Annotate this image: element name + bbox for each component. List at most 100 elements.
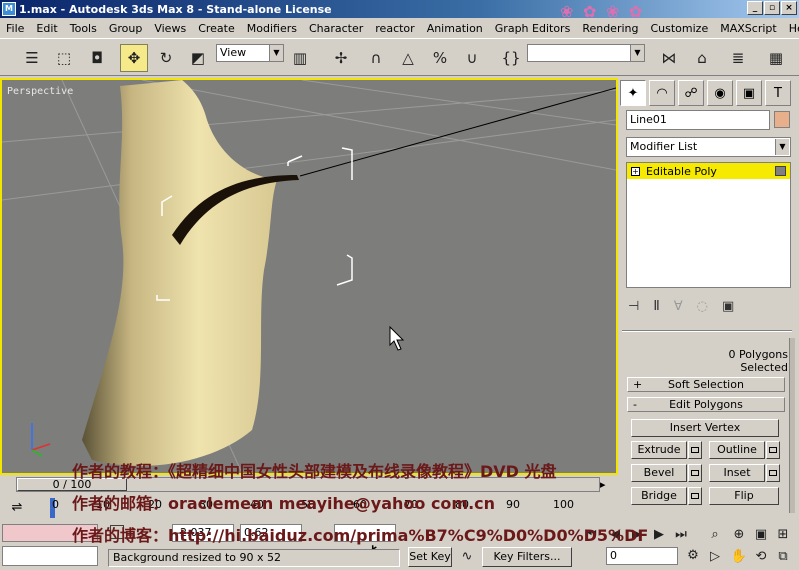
curve-editor-icon[interactable]: ▦ — [762, 44, 790, 72]
mouse-cursor-icon — [389, 325, 405, 351]
overlay-text-tutorial: 作者的教程：《超精细中国女性头部建模及布线录像教程》DVD 光盘 — [72, 462, 557, 481]
time-config-icon[interactable]: ⚙ — [684, 547, 702, 565]
outline-settings-icon[interactable] — [766, 441, 780, 459]
menu-rendering[interactable]: Rendering — [576, 22, 644, 35]
menu-tools[interactable]: Tools — [64, 22, 103, 35]
chevron-down-icon: ▼ — [269, 45, 283, 61]
expand-icon[interactable]: + — [631, 166, 640, 176]
arc-rotate-icon[interactable]: ⟲ — [752, 548, 770, 566]
angle-snap-icon[interactable]: △ — [394, 44, 422, 72]
insert-vertex-button[interactable]: Insert Vertex — [631, 419, 779, 437]
tab-modify-icon[interactable]: ◠ — [649, 80, 675, 106]
tab-utilities-icon[interactable]: T — [765, 80, 791, 106]
show-end-result-icon[interactable]: Ⅱ — [653, 299, 659, 314]
select-by-name-icon[interactable]: ☰ — [18, 44, 46, 72]
bevel-button[interactable]: Bevel — [631, 464, 687, 482]
viewport-label[interactable]: Perspective — [7, 86, 73, 97]
menu-customize[interactable]: Customize — [644, 22, 714, 35]
maximize-viewport-icon[interactable]: ⧉ — [774, 548, 792, 566]
menu-character[interactable]: Character — [303, 22, 369, 35]
named-selection-select[interactable]: ▼ — [527, 44, 645, 62]
snap-toggle-icon[interactable]: ∩ — [362, 44, 390, 72]
maxscript-input[interactable] — [2, 546, 98, 566]
set-key-button[interactable]: Set Key — [408, 547, 452, 567]
pan-icon[interactable]: ✋ — [730, 548, 748, 566]
modifier-list-select[interactable]: Modifier List ▼ — [626, 137, 791, 157]
menu-maxscript[interactable]: MAXScript — [714, 22, 782, 35]
layer-manager-icon[interactable]: ≣ — [724, 44, 752, 72]
stack-item-editable-poly[interactable]: + Editable Poly — [627, 163, 790, 179]
menu-group[interactable]: Group — [103, 22, 149, 35]
manipulate-icon[interactable]: ✢ — [327, 44, 355, 72]
menu-modifiers[interactable]: Modifiers — [241, 22, 303, 35]
rollout-soft-selection[interactable]: + Soft Selection — [627, 377, 785, 392]
object-color-swatch[interactable] — [774, 111, 790, 128]
mesh-surface — [82, 80, 277, 466]
menu-create[interactable]: Create — [192, 22, 241, 35]
make-unique-icon: ∀ — [673, 298, 683, 314]
go-to-end-icon[interactable]: ⏭ — [672, 526, 690, 544]
align-icon[interactable]: ⌂ — [688, 44, 716, 72]
menu-reactor[interactable]: reactor — [369, 22, 420, 35]
mirror-icon[interactable]: ⋈ — [655, 44, 683, 72]
inset-button[interactable]: Inset — [709, 464, 765, 482]
rollout-edit-polygons[interactable]: - Edit Polygons — [627, 397, 785, 412]
overlay-text-email: 作者的邮箱：oraclemean meayihe@yahoo com.cn — [72, 494, 496, 513]
tab-motion-icon[interactable]: ◉ — [707, 80, 733, 106]
bridge-button[interactable]: Bridge — [631, 487, 687, 505]
app-logo-icon: M — [2, 2, 16, 16]
menu-file[interactable]: File — [0, 22, 30, 35]
minimize-button[interactable]: _ — [747, 1, 763, 15]
menu-help[interactable]: Help — [783, 22, 799, 35]
bevel-settings-icon[interactable] — [688, 464, 702, 482]
select-move-icon[interactable]: ✥ — [120, 44, 148, 72]
window-title: 1.max - Autodesk 3ds Max 8 - Stand-alone… — [19, 2, 332, 16]
outline-button[interactable]: Outline — [709, 441, 765, 459]
pin-stack-icon[interactable]: ⊣ — [628, 299, 639, 314]
menu-views[interactable]: Views — [148, 22, 192, 35]
menu-graph-editors[interactable]: Graph Editors — [489, 22, 577, 35]
menu-animation[interactable]: Animation — [421, 22, 489, 35]
track-bar-icon[interactable]: ⇌ — [0, 497, 34, 519]
inset-settings-icon[interactable] — [766, 464, 780, 482]
main-toolbar: ☰ ⬚ ◘ ✥ ↻ ◩ View ▼ ▥ ✢ ∩ △ % ∪ {} ▼ ⋈ ⌂ … — [0, 38, 799, 76]
modifier-stack: + Editable Poly — [626, 162, 791, 288]
flip-button[interactable]: Flip — [709, 487, 779, 505]
percent-snap-icon[interactable]: % — [426, 44, 454, 72]
selection-status: 0 Polygons Selected — [728, 348, 788, 374]
key-mode-icon[interactable]: ∿ — [458, 548, 476, 566]
select-rotate-icon[interactable]: ↻ — [152, 44, 180, 72]
menu-edit[interactable]: Edit — [30, 22, 63, 35]
extrude-button[interactable]: Extrude — [631, 441, 687, 459]
edit-named-sel-icon[interactable]: {} — [497, 44, 525, 72]
spinner-snap-icon[interactable]: ∪ — [458, 44, 486, 72]
key-filters-button[interactable]: Key Filters... — [482, 547, 572, 567]
configure-sets-icon[interactable]: ▣ — [722, 299, 734, 314]
perspective-viewport[interactable]: Perspective — [0, 78, 618, 475]
tab-hierarchy-icon[interactable]: ☍ — [678, 80, 704, 106]
bridge-settings-icon[interactable] — [688, 487, 702, 505]
chevron-down-icon: ▼ — [775, 139, 789, 155]
zoom-extents-icon[interactable]: ▣ — [752, 526, 770, 544]
tab-create-icon[interactable]: ✦ — [620, 80, 646, 106]
pivot-center-icon[interactable]: ▥ — [286, 44, 314, 72]
extrude-settings-icon[interactable] — [688, 441, 702, 459]
menu-bar: File Edit Tools Group Views Create Modif… — [0, 18, 799, 38]
window-crossing-icon[interactable]: ◘ — [83, 44, 111, 72]
zoom-all-icon[interactable]: ⊕ — [730, 526, 748, 544]
restore-button[interactable]: ▫ — [764, 1, 780, 15]
select-scale-icon[interactable]: ◩ — [184, 44, 212, 72]
zoom-extents-all-icon[interactable]: ⊞ — [774, 526, 792, 544]
object-name-field[interactable]: Line01 — [626, 110, 770, 130]
current-frame-field[interactable]: 0 — [606, 547, 678, 565]
reference-coord-select[interactable]: View ▼ — [216, 44, 284, 62]
stack-toggle-icon[interactable] — [775, 166, 786, 176]
tab-display-icon[interactable]: ▣ — [736, 80, 762, 106]
time-next-arrow-icon[interactable]: ▸ — [600, 478, 606, 491]
region-select-icon[interactable]: ⬚ — [50, 44, 78, 72]
field-of-view-icon[interactable]: ▷ — [706, 548, 724, 566]
next-frame-icon[interactable]: ▶ — [650, 526, 668, 544]
close-button[interactable]: × — [781, 1, 797, 15]
command-panel-scrollbar[interactable] — [789, 338, 795, 513]
zoom-icon[interactable]: ⌕ — [706, 526, 724, 544]
